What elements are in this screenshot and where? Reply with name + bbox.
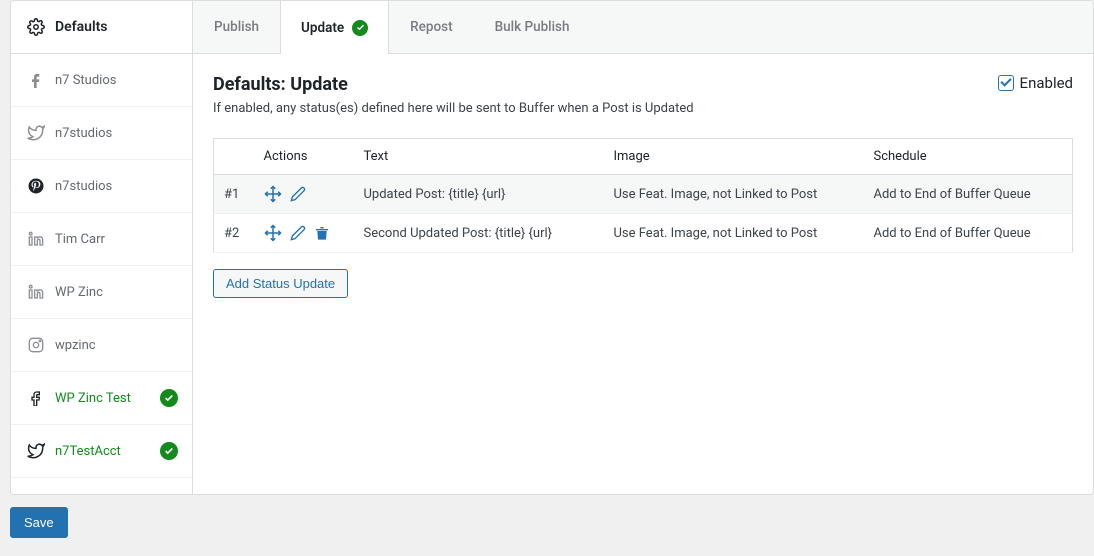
sidebar-item-label: n7studios xyxy=(55,126,112,141)
tab-label: Publish xyxy=(214,19,259,35)
table-row: #1 Updated Post: {title} {url} Use Feat.… xyxy=(214,175,1073,214)
row-text: Second Updated Post: {title} {url} xyxy=(354,214,604,253)
sidebar-item-label: n7studios xyxy=(55,179,112,194)
linkedin-icon xyxy=(27,284,45,300)
col-header-schedule: Schedule xyxy=(864,139,1073,175)
sidebar-item-label: Tim Carr xyxy=(55,232,105,247)
move-icon[interactable] xyxy=(264,224,282,242)
enabled-checkbox[interactable] xyxy=(998,75,1014,91)
row-image: Use Feat. Image, not Linked to Post xyxy=(604,175,864,214)
main-panel: Publish Update Repost Bulk Publish Defau… xyxy=(193,1,1093,494)
row-schedule: Add to End of Buffer Queue xyxy=(864,214,1073,253)
sidebar-item-label: WP Zinc xyxy=(55,285,103,300)
sidebar-item-n7studios-fb[interactable]: n7 Studios xyxy=(11,54,192,107)
twitter-icon xyxy=(27,124,45,142)
row-text: Updated Post: {title} {url} xyxy=(354,175,604,214)
instagram-icon xyxy=(27,337,45,353)
facebook-icon xyxy=(27,72,45,88)
sidebar-item-wpzinc-li[interactable]: WP Zinc xyxy=(11,266,192,319)
sidebar-item-label: n7 Studios xyxy=(55,73,116,88)
col-header-index xyxy=(214,139,254,175)
row-index: #1 xyxy=(214,175,254,214)
sidebar-item-label: wpzinc xyxy=(55,338,96,353)
add-status-button[interactable]: Add Status Update xyxy=(213,269,348,298)
sidebar-item-timcarr[interactable]: Tim Carr xyxy=(11,213,192,266)
sidebar-item-n7studios-tw[interactable]: n7studios xyxy=(11,107,192,160)
delete-icon[interactable] xyxy=(314,225,330,241)
edit-icon[interactable] xyxy=(290,225,306,241)
page-description: If enabled, any status(es) defined here … xyxy=(213,101,1073,116)
col-header-actions: Actions xyxy=(254,139,354,175)
sidebar-header-defaults[interactable]: Defaults xyxy=(11,1,192,54)
col-header-text: Text xyxy=(354,139,604,175)
twitter-icon xyxy=(27,442,45,460)
linkedin-icon xyxy=(27,231,45,247)
tab-bulk-publish[interactable]: Bulk Publish xyxy=(474,1,591,53)
save-button[interactable]: Save xyxy=(10,507,68,538)
pinterest-icon xyxy=(27,177,45,195)
check-icon xyxy=(160,389,178,407)
check-icon xyxy=(160,442,178,460)
tab-label: Repost xyxy=(410,19,452,35)
sidebar-item-label: WP Zinc Test xyxy=(55,391,131,406)
status-table: Actions Text Image Schedule #1 xyxy=(213,138,1073,253)
check-icon xyxy=(352,20,368,36)
sidebar-item-n7testacct[interactable]: n7TestAcct xyxy=(11,425,192,478)
enabled-label: Enabled xyxy=(1020,74,1073,92)
enabled-toggle[interactable]: Enabled xyxy=(998,74,1073,92)
sidebar-item-n7studios-pin[interactable]: n7studios xyxy=(11,160,192,213)
sidebar-item-label: n7TestAcct xyxy=(55,444,121,459)
row-schedule: Add to End of Buffer Queue xyxy=(864,175,1073,214)
gear-icon xyxy=(27,18,45,36)
row-image: Use Feat. Image, not Linked to Post xyxy=(604,214,864,253)
table-row: #2 Second Updated Post: {title} {url} Us… xyxy=(214,214,1073,253)
sidebar-item-wpzinc-ig[interactable]: wpzinc xyxy=(11,319,192,372)
tab-publish[interactable]: Publish xyxy=(193,1,280,53)
page-title: Defaults: Update xyxy=(213,74,348,95)
tab-label: Bulk Publish xyxy=(495,19,570,35)
sidebar-header-label: Defaults xyxy=(55,19,108,35)
move-icon[interactable] xyxy=(264,185,282,203)
tab-update[interactable]: Update xyxy=(280,1,389,54)
row-index: #2 xyxy=(214,214,254,253)
tab-repost[interactable]: Repost xyxy=(389,1,473,53)
tab-label: Update xyxy=(301,20,344,36)
sidebar: Defaults n7 Studios n7studios n7studios … xyxy=(11,1,193,494)
edit-icon[interactable] xyxy=(290,186,306,202)
sidebar-item-wpzinctest[interactable]: WP Zinc Test xyxy=(11,372,192,425)
facebook-icon xyxy=(27,390,45,406)
tabs: Publish Update Repost Bulk Publish xyxy=(193,1,1093,54)
col-header-image: Image xyxy=(604,139,864,175)
